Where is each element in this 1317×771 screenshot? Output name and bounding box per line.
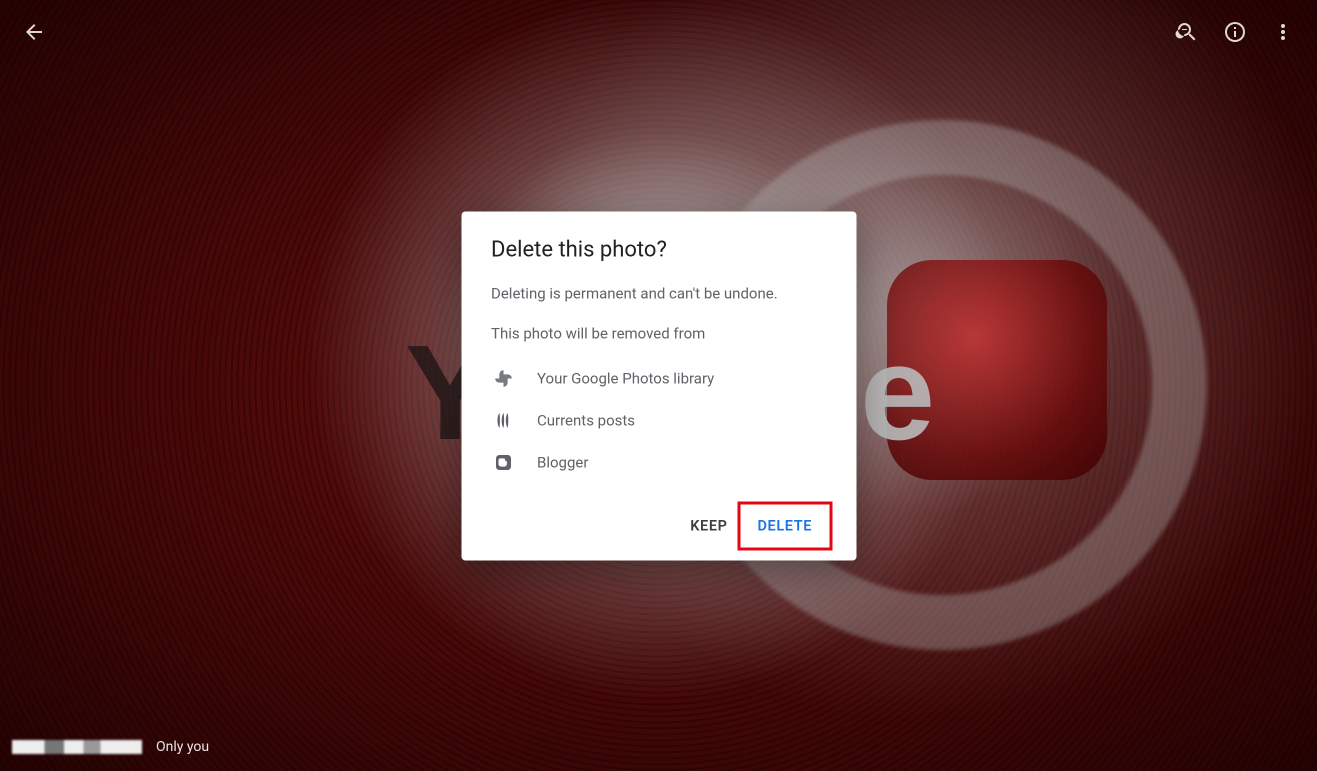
google-photos-icon: [491, 366, 515, 390]
photo-filename-redacted: [12, 740, 142, 754]
dialog-title: Delete this photo?: [491, 237, 826, 262]
dialog-removed-list: Your Google Photos library Currents post…: [491, 357, 826, 483]
info-button[interactable]: [1211, 8, 1259, 56]
dialog-warning: Deleting is permanent and can't be undon…: [491, 282, 826, 305]
list-item-label: Blogger: [537, 453, 588, 471]
zoom-button[interactable]: [1163, 8, 1211, 56]
info-icon: [1223, 20, 1247, 44]
list-item-label: Currents posts: [537, 411, 635, 429]
photo-footer: Only you: [0, 723, 1317, 771]
list-item: Your Google Photos library: [491, 357, 826, 399]
back-button[interactable]: [10, 8, 58, 56]
list-item: Currents posts: [491, 399, 826, 441]
currents-icon: [491, 408, 515, 432]
list-item-label: Your Google Photos library: [537, 369, 714, 387]
delete-photo-dialog: Delete this photo? Deleting is permanent…: [461, 211, 856, 560]
photo-visibility-label: Only you: [156, 739, 209, 755]
delete-button[interactable]: DELETE: [744, 507, 826, 544]
zoom-out-icon: [1175, 20, 1199, 44]
photo-viewer-toolbar: [0, 0, 1317, 64]
arrow-back-icon: [22, 20, 46, 44]
more-vert-icon: [1271, 20, 1295, 44]
more-options-button[interactable]: [1259, 8, 1307, 56]
list-item: Blogger: [491, 441, 826, 483]
dialog-removed-heading: This photo will be removed from: [491, 323, 826, 346]
dialog-actions: KEEP DELETE: [491, 493, 826, 544]
blogger-icon: [491, 450, 515, 474]
keep-button[interactable]: KEEP: [676, 507, 741, 544]
